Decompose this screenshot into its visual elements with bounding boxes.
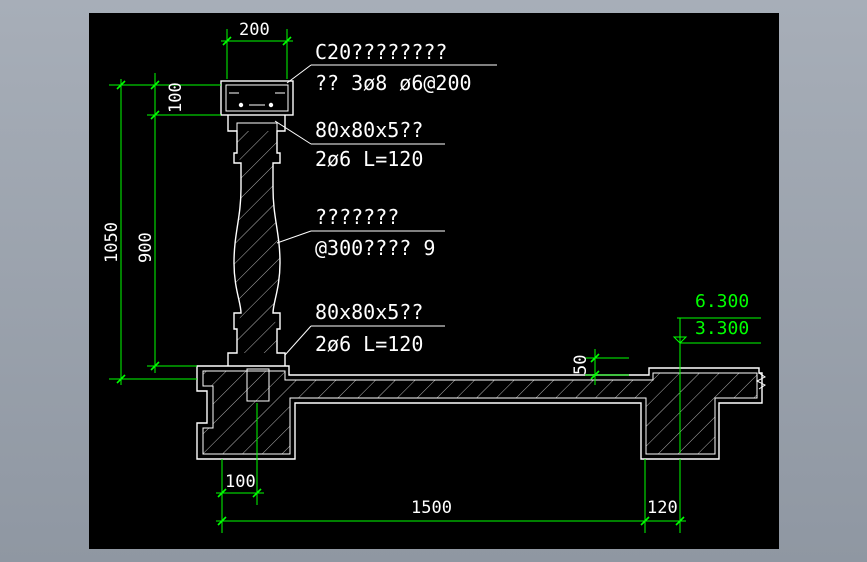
- baluster: [227, 115, 286, 366]
- annotation-embed-bottom: 80x80x5?? 2ø6 L=120: [284, 300, 445, 356]
- dim-200: 200: [239, 20, 270, 40]
- label-baluster-line1: ???????: [315, 205, 399, 229]
- top-rail: [220, 80, 294, 116]
- level-upper: 6.300: [695, 291, 749, 312]
- cad-drawing-canvas[interactable]: 200 1050 900 100 50 100 1500 120 6.300 3…: [89, 13, 779, 549]
- label-concrete-line2: ?? 3ø8 ø6@200: [315, 71, 472, 95]
- dim-50: 50: [571, 355, 591, 375]
- dim-100-top: 100: [166, 82, 186, 113]
- annotation-baluster: ??????? @300???? 9: [276, 205, 445, 260]
- dim-1500: 1500: [411, 498, 452, 518]
- dim-100-bottom: 100: [225, 472, 256, 492]
- label-concrete-line1: C20????????: [315, 40, 447, 64]
- dimension-rail-width: 200: [221, 20, 293, 79]
- level-lower: 3.300: [695, 318, 749, 339]
- label-embed-bot-line1: 80x80x5??: [315, 300, 423, 324]
- annotation-embed-top: 80x80x5?? 2ø6 L=120: [274, 118, 445, 171]
- dimension-heights: 1050 900 100: [102, 73, 221, 385]
- dim-120: 120: [647, 498, 678, 518]
- annotation-concrete: C20???????? ?? 3ø8 ø6@200: [286, 40, 497, 95]
- dim-900: 900: [136, 232, 156, 263]
- label-baluster-line2: @300???? 9: [315, 236, 435, 260]
- label-embed-top-line2: 2ø6 L=120: [315, 147, 423, 171]
- dim-1050: 1050: [102, 222, 122, 263]
- label-embed-top-line1: 80x80x5??: [315, 118, 423, 142]
- balustrade-section-drawing: 200 1050 900 100 50 100 1500 120 6.300 3…: [102, 20, 766, 533]
- label-embed-bot-line2: 2ø6 L=120: [315, 332, 423, 356]
